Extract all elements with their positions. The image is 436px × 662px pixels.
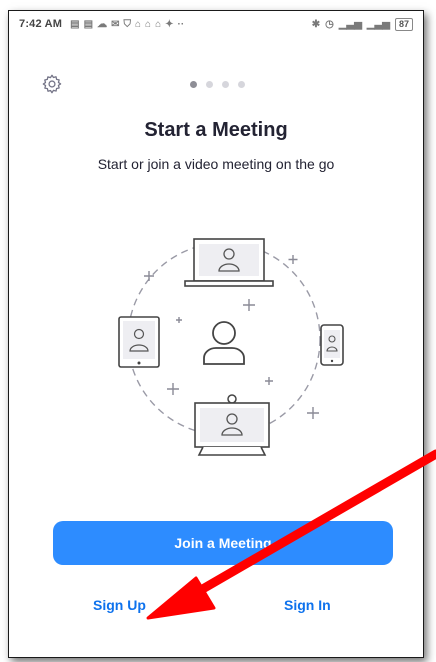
- status-bar: 7:42 AM ▤ ▤ ☁ ✉ ⛉ ⌂ ⌂ ⌂ ✦ ·· ✱ ◷ ▁▃▅ ▁▃▅…: [9, 11, 423, 37]
- meeting-illustration: [118, 238, 344, 456]
- page-indicator: [190, 81, 245, 88]
- mail-icon: ✉: [111, 18, 120, 30]
- page-dot[interactable]: [222, 81, 229, 88]
- app-screen: 7:42 AM ▤ ▤ ☁ ✉ ⛉ ⌂ ⌂ ⌂ ✦ ·· ✱ ◷ ▁▃▅ ▁▃▅…: [8, 10, 424, 658]
- alarm-icon: ◷: [325, 18, 334, 30]
- sign-in-link[interactable]: Sign In: [284, 597, 331, 613]
- status-time: 7:42 AM: [19, 18, 63, 30]
- bank-icon: ⌂: [134, 18, 142, 30]
- room-system-icon: [194, 394, 270, 456]
- laptop-icon: [184, 238, 274, 287]
- bank-icon: ⌂: [145, 18, 152, 30]
- page-dot[interactable]: [206, 81, 213, 88]
- bank-icon: ⌂: [155, 18, 162, 30]
- tablet-icon: [118, 316, 160, 368]
- message-icon: ▤: [70, 18, 80, 30]
- sign-up-link[interactable]: Sign Up: [93, 597, 146, 613]
- shield-icon: ⛉: [123, 18, 131, 30]
- join-meeting-button[interactable]: Join a Meeting: [53, 521, 393, 565]
- gear-icon[interactable]: [41, 73, 63, 95]
- phone-icon: [320, 324, 344, 366]
- system-icons: ✱ ◷ ▁▃▅ ▁▃▅ 87: [311, 17, 413, 31]
- signal-icon: ▁▃▅: [366, 18, 390, 30]
- page-title: Start a Meeting: [144, 119, 288, 141]
- battery-indicator: 87: [394, 17, 413, 31]
- page-dot-active[interactable]: [190, 81, 197, 88]
- page-dot[interactable]: [238, 81, 245, 88]
- message-icon: ▤: [83, 18, 94, 30]
- signal-icon: ▁▃▅: [338, 18, 362, 30]
- more-icon: ··: [177, 18, 185, 30]
- user-icon: [203, 321, 245, 365]
- cloud-icon: ☁: [97, 18, 108, 30]
- page-subtitle: Start or join a video meeting on the go: [97, 156, 335, 172]
- bluetooth-icon: ✱: [311, 18, 321, 30]
- notification-icons: ▤ ▤ ☁ ✉ ⛉ ⌂ ⌂ ⌂ ✦ ··: [70, 19, 184, 30]
- bird-icon: ✦: [165, 18, 174, 30]
